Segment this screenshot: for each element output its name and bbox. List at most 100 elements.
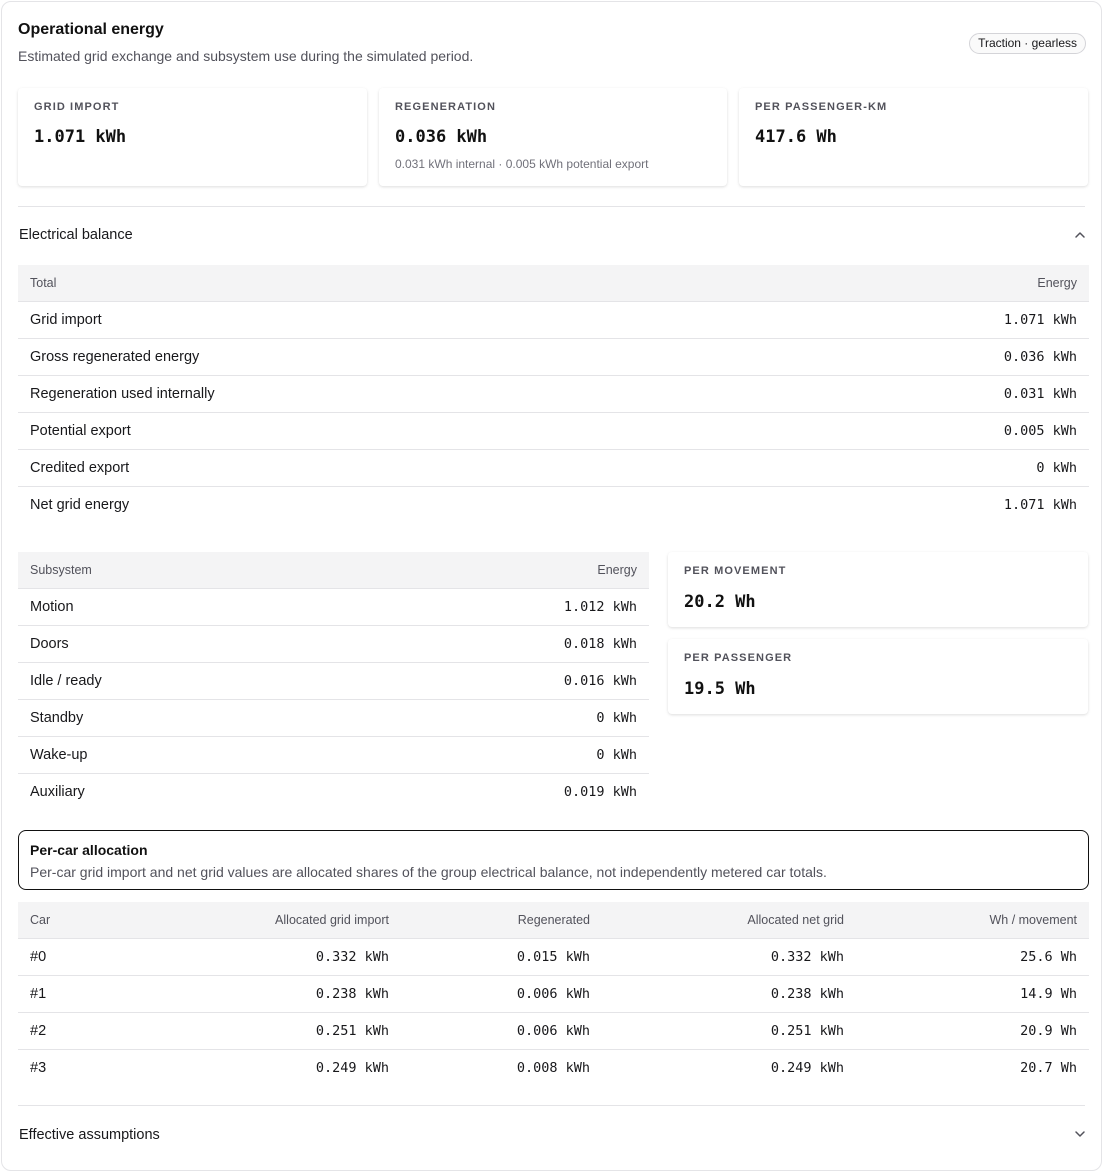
cell: 20.7 Wh [1020, 1059, 1077, 1076]
cell: 25.6 Wh [856, 938, 1089, 976]
table-row: Net grid energy 1.071 kWh [18, 486, 1089, 523]
cell: 20.9 Wh [856, 1012, 1089, 1050]
cell: 0.238 kWh [138, 975, 401, 1013]
table-row: Potential export 0.005 kWh [18, 412, 1089, 450]
section-divider [18, 206, 1085, 207]
cell: 0.249 kWh [770, 1059, 844, 1076]
cell: 0.332 kWh [602, 938, 856, 976]
cell: 0.332 kWh [138, 938, 401, 976]
electrical-balance-toggle[interactable]: Electrical balance [18, 214, 1089, 258]
metric-label: PER PASSENGER-KM [755, 101, 888, 113]
car-id: #3 [30, 1059, 47, 1076]
row-value: 1.071 kWh [748, 301, 1089, 339]
metric-value: 20.2 Wh [684, 592, 756, 612]
column-header: Car [18, 902, 138, 939]
table-row: #2 0.251 kWh 0.006 kWh 0.251 kWh 20.9 Wh [18, 1012, 1089, 1050]
table-row: Motion 1.012 kWh [18, 588, 649, 626]
table-header-row: Car Allocated grid import Regenerated Al… [18, 902, 1089, 939]
row-label: Potential export [18, 412, 749, 450]
table-row: Auxiliary 0.019 kWh [18, 773, 649, 810]
cell: 0.015 kWh [401, 938, 602, 976]
column-header: Allocated net grid [602, 902, 856, 939]
table-row: Idle / ready 0.016 kWh [18, 662, 649, 700]
table-header-row: Total Energy [18, 265, 1089, 302]
row-value: 0.016 kWh [331, 662, 649, 700]
cell: 0.251 kWh [138, 1012, 401, 1050]
car-id: #0 [18, 938, 138, 976]
table-header-row: Subsystem Energy [18, 552, 649, 589]
row-value: 0.036 kWh [748, 338, 1089, 376]
table-row: Gross regenerated energy 0.036 kWh [18, 338, 1089, 376]
cell: 0.006 kWh [401, 1012, 602, 1050]
row-label: Regeneration used internally [18, 375, 749, 413]
row-label: Net grid energy [30, 496, 130, 513]
electrical-balance-table: Total Energy Grid import 1.071 kWh Gross … [18, 265, 1089, 523]
metric-label: PER PASSENGER [684, 652, 793, 664]
chevron-up-icon [1075, 232, 1085, 238]
cell: 14.9 Wh [856, 975, 1089, 1013]
column-header: Energy [331, 552, 649, 589]
chevron-down-icon [1075, 1131, 1085, 1137]
table-row: #1 0.238 kWh 0.006 kWh 0.238 kWh 14.9 Wh [18, 975, 1089, 1013]
subsystem-table: Subsystem Energy Motion 1.012 kWh Doors 0.… [18, 552, 649, 810]
column-header: Wh / movement [856, 902, 1089, 939]
notice-title: Per-car allocation [30, 842, 148, 858]
column-header: Regenerated [401, 902, 602, 939]
column-header: Allocated grid import [138, 902, 401, 939]
row-value: 0 kWh [331, 699, 649, 737]
cell: 0.251 kWh [602, 1012, 856, 1050]
per-car-allocation-notice: Per-car allocation Per-car grid import a… [18, 830, 1089, 890]
column-header: Energy [748, 265, 1089, 302]
row-value: 1.012 kWh [331, 588, 649, 626]
effective-assumptions-title: Effective assumptions [19, 1127, 160, 1143]
table-row: Doors 0.018 kWh [18, 625, 649, 663]
row-value: 0.018 kWh [331, 625, 649, 663]
table-row: Grid import 1.071 kWh [18, 301, 1089, 339]
row-label: Motion [18, 588, 332, 626]
cell: 0.008 kWh [516, 1059, 590, 1076]
metric-per-movement: PER MOVEMENT 20.2 Wh [668, 552, 1088, 627]
row-label: Standby [18, 699, 332, 737]
row-label: Idle / ready [18, 662, 332, 700]
table-row: #0 0.332 kWh 0.015 kWh 0.332 kWh 25.6 Wh [18, 938, 1089, 976]
metric-value: 417.6 Wh [755, 127, 837, 147]
metric-regeneration: REGENERATION 0.036 kWh 0.031 kWh interna… [379, 88, 727, 186]
row-value: 0.005 kWh [748, 412, 1089, 450]
metric-grid-import: GRID IMPORT 1.071 kWh [18, 88, 367, 186]
drive-type-badge: Traction · gearless [969, 33, 1086, 54]
metric-value: 0.036 kWh [395, 127, 488, 147]
table-row: Standby 0 kWh [18, 699, 649, 737]
metric-note: 0.031 kWh internal · 0.005 kWh potential… [395, 157, 649, 171]
electrical-balance-title: Electrical balance [19, 227, 133, 243]
metric-per-passenger-km: PER PASSENGER-KM 417.6 Wh [739, 88, 1088, 186]
metric-label: REGENERATION [395, 101, 497, 113]
row-value: 0.019 kWh [563, 783, 637, 800]
column-header: Total [18, 265, 749, 302]
per-car-table: Car Allocated grid import Regenerated Al… [18, 902, 1089, 1086]
notice-text: Per-car grid import and net grid values … [30, 864, 827, 880]
table-row: Regeneration used internally 0.031 kWh [18, 375, 1089, 413]
effective-assumptions-toggle[interactable]: Effective assumptions [18, 1112, 1089, 1158]
operational-energy-card: Operational energy Estimated grid exchan… [1, 1, 1102, 1171]
card-title: Operational energy [18, 21, 164, 38]
metric-value: 19.5 Wh [684, 679, 756, 699]
row-value: 0 kWh [331, 736, 649, 774]
metric-label: PER MOVEMENT [684, 565, 787, 577]
card-subtitle: Estimated grid exchange and subsystem us… [18, 48, 474, 64]
row-label: Wake-up [18, 736, 332, 774]
row-value: 0 kWh [748, 449, 1089, 487]
metric-per-passenger: PER PASSENGER 19.5 Wh [668, 639, 1088, 714]
table-row: Wake-up 0 kWh [18, 736, 649, 774]
table-row: Credited export 0 kWh [18, 449, 1089, 487]
row-label: Doors [18, 625, 332, 663]
cell: 0.249 kWh [315, 1059, 389, 1076]
column-header: Subsystem [18, 552, 332, 589]
row-label: Grid import [18, 301, 749, 339]
row-label: Credited export [18, 449, 749, 487]
row-value: 0.031 kWh [748, 375, 1089, 413]
metric-value: 1.071 kWh [34, 127, 127, 147]
car-id: #1 [18, 975, 138, 1013]
table-row: #3 0.249 kWh 0.008 kWh 0.249 kWh 20.7 Wh [18, 1049, 1089, 1086]
cell: 0.006 kWh [401, 975, 602, 1013]
section-divider [18, 1105, 1085, 1106]
